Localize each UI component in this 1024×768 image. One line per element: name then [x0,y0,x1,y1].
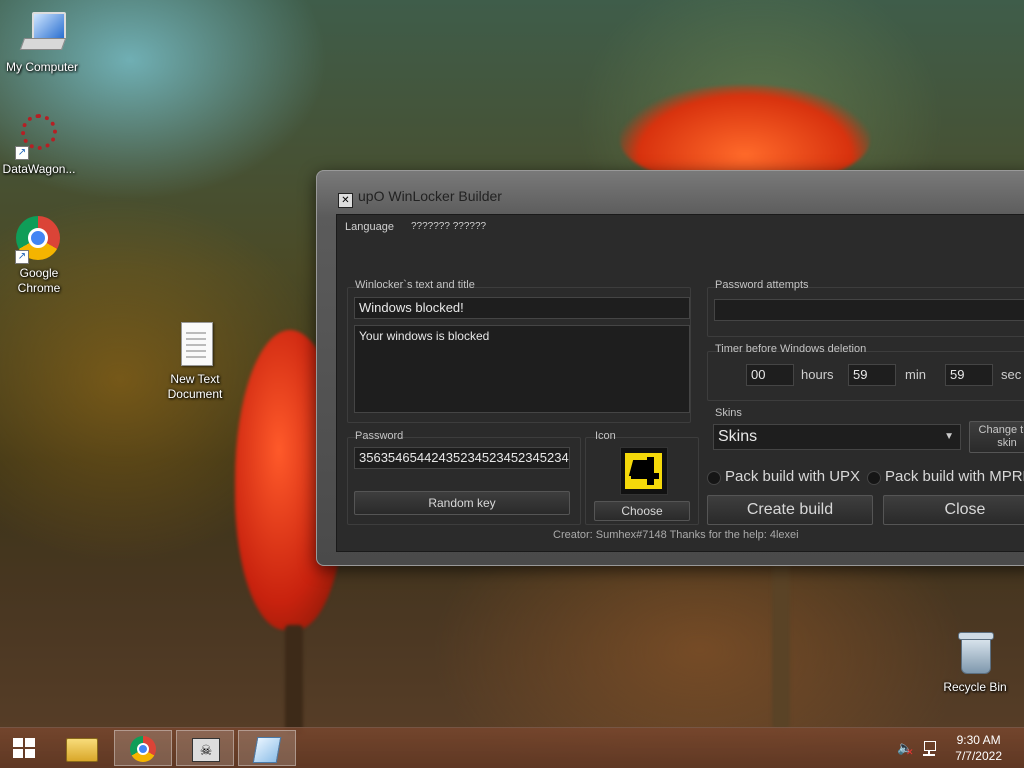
skins-select-value: Skins [718,428,758,445]
winlocker-title-input[interactable]: Windows blocked! [354,297,690,319]
upx-label[interactable]: Pack build with UPX [725,468,860,485]
start-icon [13,738,35,758]
desktop-icon-label: Recycle Bin [943,680,1007,694]
desktop-icon-label: DataWagon... [2,162,76,176]
timer-group-title: Timer before Windows deletion [715,343,867,355]
timer-hours-input[interactable]: 00 [746,364,794,386]
text-document-icon [171,322,219,370]
language-label: Language [345,221,394,233]
desktop-icon-my-computer[interactable]: My Computer [0,10,84,75]
password-attempts-title: Password attempts [715,279,809,291]
create-build-button[interactable]: Create build [707,495,873,525]
desktop: { "desktop": { "icons": [ {"label": "My … [0,0,1024,768]
password-attempts-input[interactable] [714,299,1024,321]
desktop-icon-google-chrome[interactable]: ↗ Google Chrome [0,216,81,296]
close-button[interactable]: Close [883,495,1024,525]
wallpaper-stem [772,560,790,730]
timer-minutes-input[interactable]: 59 [848,364,896,386]
timer-minutes-label: min [905,367,926,382]
window-client-area: Language ??????? ?????? Winlocker`s text… [336,214,1024,552]
taskbar-chrome[interactable] [114,730,172,766]
credits-footer: Creator: Sumhex#7148 Thanks for the help… [553,529,799,541]
taskbar-notepad[interactable] [238,730,296,766]
volume-muted-icon[interactable]: 🔈 ✕ [897,740,914,757]
language-selector[interactable]: ??????? ?????? [411,221,486,232]
window-title: upO WinLocker Builder [358,188,502,204]
winlocker-builder-window[interactable]: ✕ upO WinLocker Builder Language ??????? … [316,170,1024,566]
winlocker-app-icon: ✕ [338,193,353,208]
shortcut-arrow-icon: ↗ [15,250,29,264]
network-icon[interactable] [922,740,938,756]
desktop-icon-label: My Computer [5,60,79,74]
selected-build-icon [625,453,662,489]
taskbar-winlocker[interactable]: ☠ [176,730,234,766]
upx-radio[interactable] [707,471,721,485]
computer-icon [18,10,67,58]
taskbar-file-explorer[interactable] [52,730,110,766]
icon-preview [620,447,668,495]
desktop-icon-label: Google Chrome [17,266,61,295]
desktop-icon-new-text-document[interactable]: New Text Document [153,322,237,402]
system-clock[interactable]: 9:30 AM 7/7/2022 [955,732,1002,764]
change-skin-button[interactable]: Change the skin [969,421,1024,453]
desktop-icon-datawagon[interactable]: ↗ DataWagon... [0,112,81,177]
winlocker-text-group-title: Winlocker`s text and title [355,279,475,291]
clock-time: 9:30 AM [956,733,1001,747]
shortcut-arrow-icon: ↗ [15,146,29,160]
datawagon-icon: ↗ [15,112,63,160]
skins-select[interactable]: Skins ▼ [713,424,961,450]
recycle-bin-icon [951,630,999,678]
notepad-icon [252,737,282,763]
start-button[interactable] [2,730,46,766]
winlocker-icon: ☠ [192,738,220,762]
password-group-title: Password [355,430,404,442]
skins-group-title: Skins [715,407,742,419]
timer-hours-label: hours [801,367,834,382]
chrome-icon: ↗ [15,216,63,264]
window-title-bar[interactable]: ✕ upO WinLocker Builder [338,188,502,208]
winlocker-body-textarea[interactable]: Your windows is blocked [354,325,690,413]
desktop-icon-label: New Text Document [167,372,223,401]
icon-group-title: Icon [595,430,616,442]
chrome-icon [130,736,156,762]
password-input[interactable]: 356354654424352345234523452345 [354,447,570,469]
random-key-button[interactable]: Random key [354,491,570,515]
mpress-radio[interactable] [867,471,881,485]
file-explorer-icon [66,738,98,762]
timer-seconds-label: sec [1001,367,1022,382]
timer-seconds-input[interactable]: 59 [945,364,993,386]
clock-date: 7/7/2022 [955,749,1002,763]
wallpaper-tulip [285,625,303,735]
taskbar: ☠ 🔈 ✕ 9:30 AM 7/7/2022 [0,727,1024,768]
choose-icon-button[interactable]: Choose [594,501,690,521]
desktop-icon-recycle-bin[interactable]: Recycle Bin [933,630,1017,695]
dropdown-arrow-icon: ▼ [944,431,954,442]
mpress-label[interactable]: Pack build with MPRESS [885,468,1024,485]
